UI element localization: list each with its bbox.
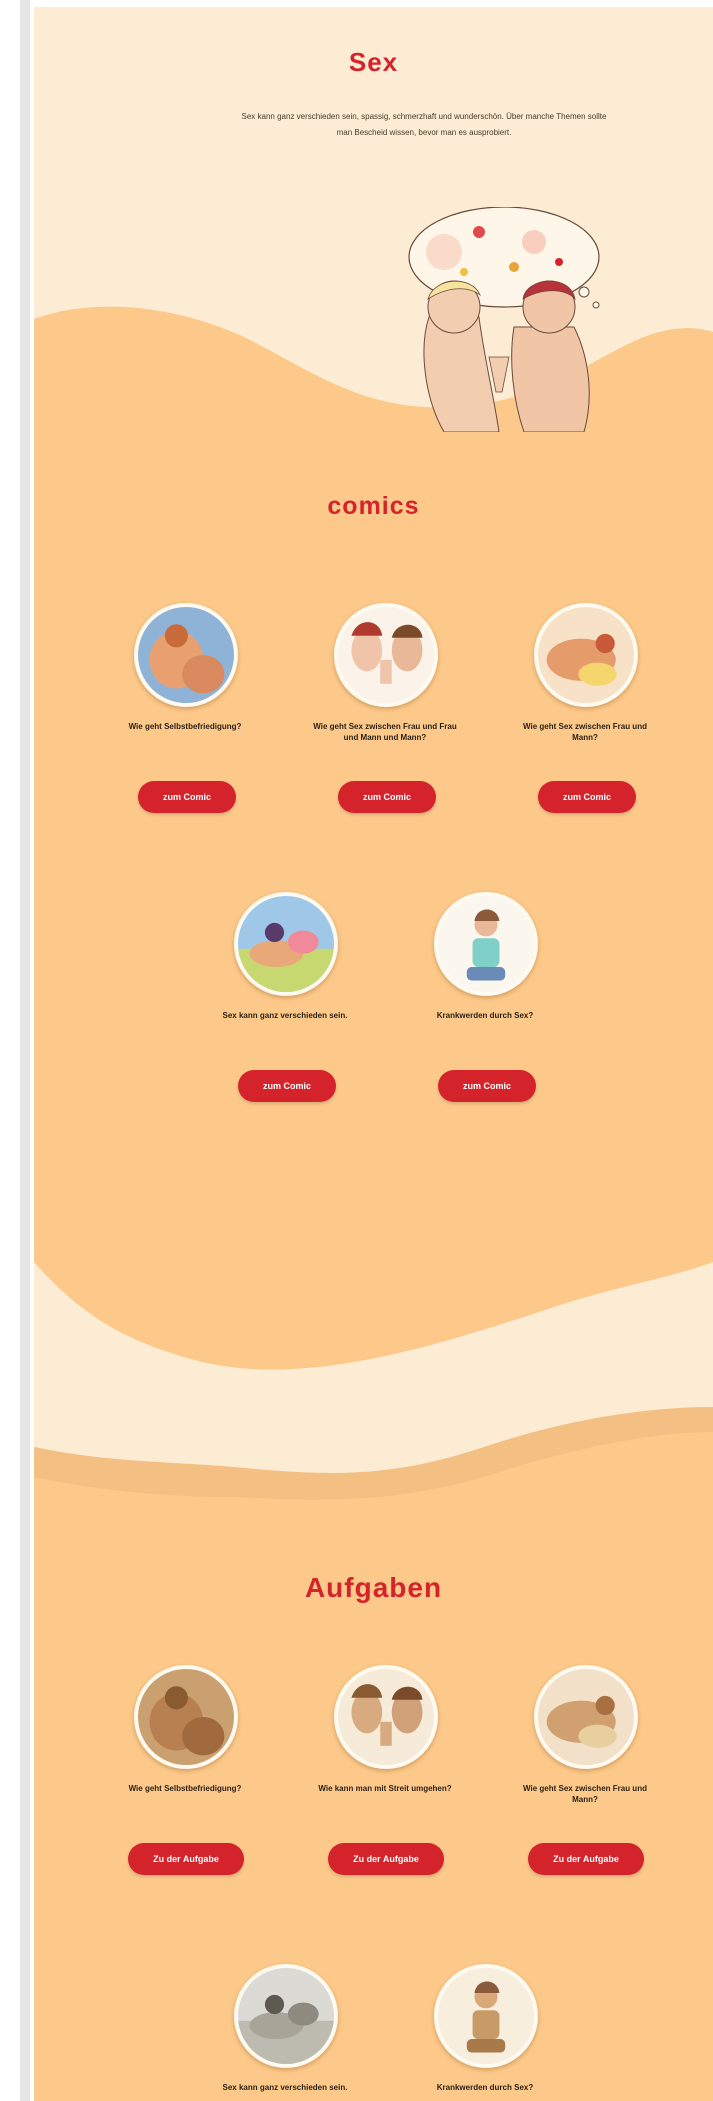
task-5-image[interactable] [434,1964,538,2068]
task-2-title: Wie kann man mit Streit umgehen? [318,1784,452,1793]
task-1-title: Wie geht Selbstbefriedigung? [128,1784,242,1793]
comic-4-title: Sex kann ganz verschieden sein. [222,1011,348,1020]
comic-2-title: Wie geht Sex zwischen Frau und Frau und … [313,722,457,742]
hero-wave [34,306,713,2101]
comic-1-title: Wie geht Selbstbefriedigung? [128,722,242,731]
task-1-button[interactable]: Zu der Aufgabe [128,1843,244,1875]
gutter-strip [20,0,30,2101]
task-3-title: Wie geht Sex zwischen Frau und Mann? [523,1784,647,1804]
task-2-button[interactable]: Zu der Aufgabe [328,1843,444,1875]
task-3-image[interactable] [534,1665,638,1769]
task-4-title: Sex kann ganz verschieden sein. [222,2083,348,2092]
comic-1-image[interactable] [134,603,238,707]
left-scroll-gutter [0,0,30,2101]
comic-5-title: Krankwerden durch Sex? [436,1011,534,1020]
tasks-heading: Aufgaben [304,1572,443,1603]
task-4-image[interactable] [234,1964,338,2068]
comic-2-button[interactable]: zum Comic [338,781,436,813]
hero-illustration [408,207,600,432]
comic-4-image[interactable] [234,892,338,996]
page: Sex Sex kann ganz verschieden sein, spas… [34,7,713,2101]
comic-3-title: Wie geht Sex zwischen Frau und Mann? [523,722,647,742]
comic-3-button[interactable]: zum Comic [538,781,636,813]
page-title: Sex [348,47,399,77]
comics-heading: comics [327,492,420,520]
comic-5-button[interactable]: zum Comic [438,1070,536,1102]
intro-text: Sex kann ganz verschieden sein, spassig,… [241,112,607,137]
comic-3-image[interactable] [534,603,638,707]
comic-5-image[interactable] [434,892,538,996]
comic-2-image[interactable] [334,603,438,707]
task-2-image[interactable] [334,1665,438,1769]
comic-4-button[interactable]: zum Comic [238,1070,336,1102]
task-3-button[interactable]: Zu der Aufgabe [528,1843,644,1875]
task-1-image[interactable] [134,1665,238,1769]
comic-1-button[interactable]: zum Comic [138,781,236,813]
task-5-title: Krankwerden durch Sex? [436,2083,534,2092]
